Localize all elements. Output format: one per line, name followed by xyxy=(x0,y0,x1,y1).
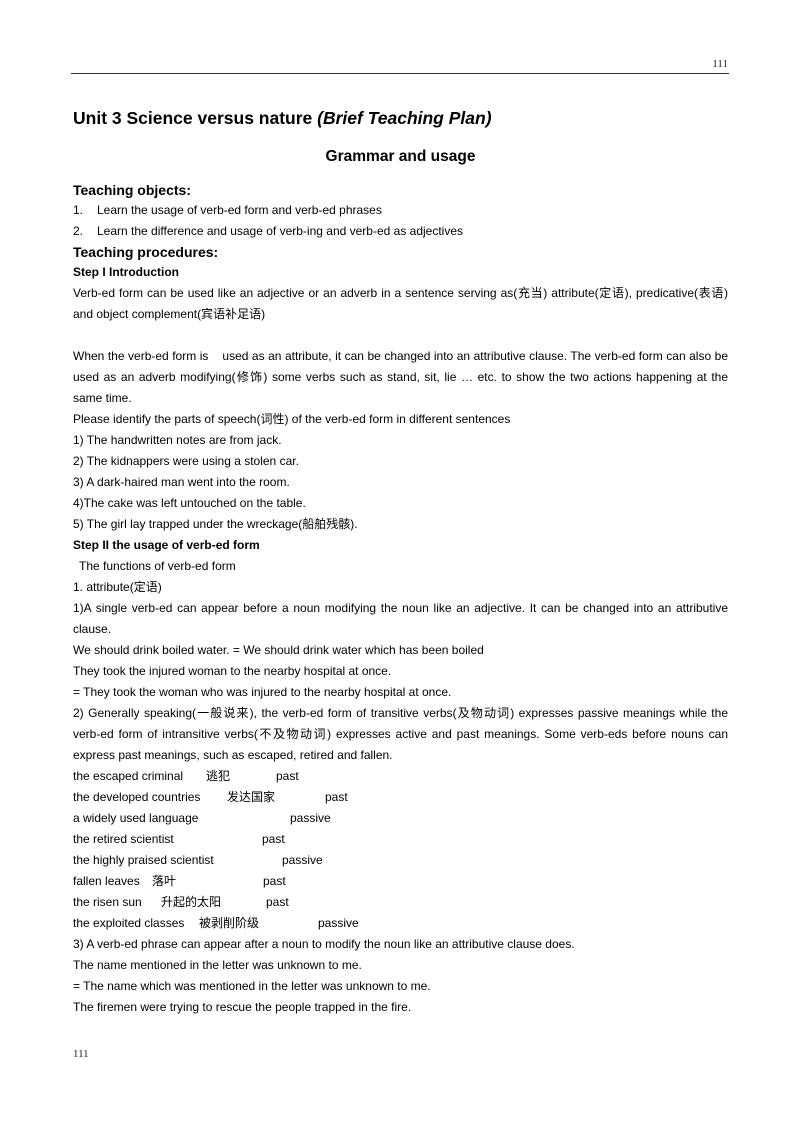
example-sentence: = They took the woman who was injured to… xyxy=(73,685,452,699)
document-body: Unit 3 Science versus nature (Brief Teac… xyxy=(73,104,728,1018)
phrase-meaning: past xyxy=(263,874,286,888)
phrase-text: the exploited classes xyxy=(73,916,185,930)
attribute-heading: 1. attribute(定语) xyxy=(73,580,162,594)
example-sentence: 5) The girl lay trapped under the wrecka… xyxy=(73,517,358,531)
teaching-objects-heading: Teaching objects: xyxy=(73,182,191,198)
phrase-row: fallen leaves 落叶 past xyxy=(73,871,728,892)
functions-label: The functions of verb-ed form xyxy=(79,559,236,573)
phrase-chinese: 发达国家 xyxy=(227,790,276,804)
point-2: 2) Generally speaking(一般说来), the verb-ed… xyxy=(73,706,728,762)
step2-heading: Step II the usage of verb-ed form xyxy=(73,538,260,552)
point-1: 1)A single verb-ed can appear before a n… xyxy=(73,601,728,636)
step1-paragraph: When the verb-ed form is used as an attr… xyxy=(73,349,732,405)
phrase-chinese: 被剥削阶级 xyxy=(199,916,260,930)
section-subtitle: Grammar and usage xyxy=(325,148,476,165)
example-sentence: The name mentioned in the letter was unk… xyxy=(73,958,362,972)
step1-instruction: Please identify the parts of speech(词性) … xyxy=(73,412,511,426)
objective-item: 1. Learn the usage of verb-ed form and ve… xyxy=(73,200,728,221)
phrase-meaning: passive xyxy=(290,811,331,825)
phrase-text: the retired scientist xyxy=(73,832,174,846)
phrase-text: fallen leaves xyxy=(73,874,140,888)
phrase-row: a widely used language passive xyxy=(73,808,728,829)
teaching-procedures-heading: Teaching procedures: xyxy=(73,244,219,260)
phrase-row: the risen sun 升起的太阳 past xyxy=(73,892,728,913)
step1-paragraph: Verb-ed form can be used like an adjecti… xyxy=(73,286,728,321)
example-sentence: 1) The handwritten notes are from jack. xyxy=(73,433,282,447)
phrase-text: the highly praised scientist xyxy=(73,853,214,867)
objective-item: 2. Learn the difference and usage of verb… xyxy=(73,221,728,242)
objective-number: 2. xyxy=(73,224,84,238)
phrase-row: the developed countries 发达国家 past xyxy=(73,787,728,808)
page-number-top: 111 xyxy=(712,58,728,70)
example-sentence: The firemen were trying to rescue the pe… xyxy=(73,1000,412,1014)
phrase-row: the retired scientist past xyxy=(73,829,728,850)
phrase-meaning: past xyxy=(262,832,285,846)
document-title: Unit 3 Science versus nature (Brief Teac… xyxy=(73,104,728,132)
example-sentence: 4)The cake was left untouched on the tab… xyxy=(73,496,306,510)
point-3: 3) A verb-ed phrase can appear after a n… xyxy=(73,937,575,951)
phrase-row: the highly praised scientist passive xyxy=(73,850,728,871)
phrase-meaning: passive xyxy=(318,916,359,930)
example-sentence: = The name which was mentioned in the le… xyxy=(73,979,431,993)
phrase-meaning: past xyxy=(325,790,348,804)
objective-number: 1. xyxy=(73,203,84,217)
phrase-text: the risen sun xyxy=(73,895,142,909)
phrase-text: a widely used language xyxy=(73,811,199,825)
objective-text: Learn the difference and usage of verb-i… xyxy=(97,224,464,238)
example-sentence: 2) The kidnappers were using a stolen ca… xyxy=(73,454,299,468)
phrase-chinese: 升起的太阳 xyxy=(161,895,222,909)
example-sentence: 3) A dark-haired man went into the room. xyxy=(73,475,290,489)
step1-heading: Step I Introduction xyxy=(73,265,179,279)
page-number-bottom: 111 xyxy=(73,1048,89,1060)
objective-text: Learn the usage of verb-ed form and verb… xyxy=(97,203,382,217)
phrase-row: the escaped criminal 逃犯 past xyxy=(73,766,728,787)
phrase-text: the escaped criminal xyxy=(73,769,184,783)
example-sentence: They took the injured woman to the nearb… xyxy=(73,664,392,678)
phrase-meaning: passive xyxy=(282,853,323,867)
phrase-meaning: past xyxy=(266,895,289,909)
example-sentence: We should drink boiled water. = We shoul… xyxy=(73,643,484,657)
phrase-text: the developed countries xyxy=(73,790,201,804)
header-rule xyxy=(71,73,729,74)
phrase-chinese: 逃犯 xyxy=(206,769,231,783)
title-italic: (Brief Teaching Plan) xyxy=(317,108,492,128)
phrase-meaning: past xyxy=(276,769,299,783)
phrase-row: the exploited classes 被剥削阶级 passive xyxy=(73,913,728,934)
phrase-chinese: 落叶 xyxy=(152,874,177,888)
title-main: Unit 3 Science versus nature xyxy=(73,108,318,128)
